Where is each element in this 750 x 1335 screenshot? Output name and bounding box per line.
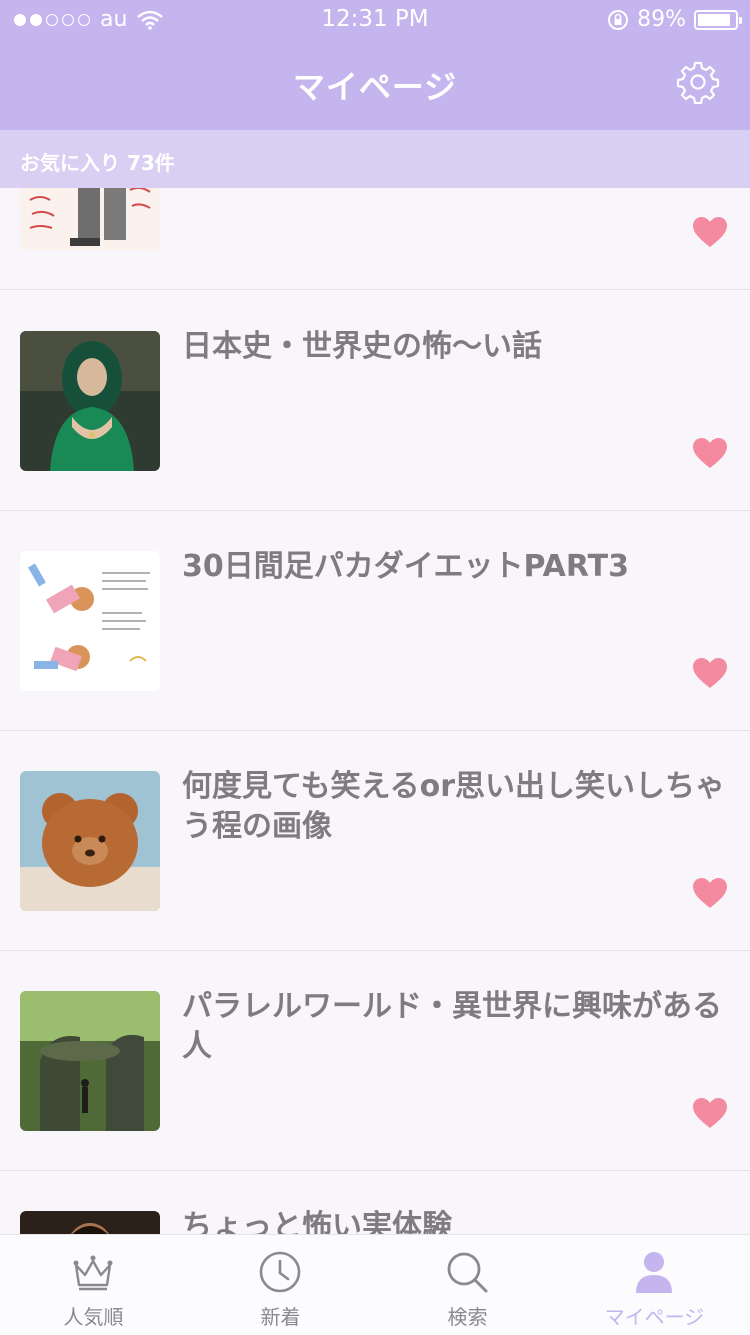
search-icon: [447, 1252, 488, 1293]
tab-label: マイページ: [604, 1305, 705, 1329]
list-item[interactable]: [0, 188, 750, 290]
status-bar: au 12:31 PM 89%: [0, 0, 750, 40]
favorites-list[interactable]: 日本史・世界史の怖〜い話 30日間足パカダイエットPART3 何度見ても笑えるo…: [0, 188, 750, 1234]
person-icon: [636, 1252, 672, 1293]
tab-label: 人気順: [63, 1305, 124, 1329]
status-right: 89%: [607, 7, 742, 32]
page-title: マイページ: [292, 68, 458, 106]
item-thumbnail: [20, 551, 160, 691]
nav-bar: マイページ: [0, 40, 750, 130]
item-title: 日本史・世界史の怖〜い話: [182, 329, 542, 364]
tab-label: 検索: [447, 1305, 488, 1329]
item-thumbnail: [20, 188, 160, 250]
heart-icon[interactable]: [692, 1097, 728, 1129]
rotation-lock-icon: [608, 9, 629, 30]
tab-label: 新着: [260, 1305, 301, 1329]
item-thumbnail: [20, 991, 160, 1131]
battery-percent: 89%: [637, 7, 686, 32]
tab-popular[interactable]: 人気順: [0, 1235, 187, 1335]
crown-icon: [73, 1255, 113, 1291]
heart-icon[interactable]: [692, 877, 728, 909]
battery-icon: [694, 9, 742, 30]
heart-icon[interactable]: [692, 216, 728, 248]
list-item[interactable]: 何度見ても笑えるor思い出し笑いしちゃう程の画像: [0, 731, 750, 951]
item-title: 何度見ても笑えるor思い出し笑いしちゃう程の画像: [182, 769, 726, 844]
list-item[interactable]: パラレルワールド・異世界に興味がある人: [0, 951, 750, 1171]
clock-icon: [259, 1251, 301, 1293]
list-item[interactable]: 30日間足パカダイエットPART3: [0, 511, 750, 731]
heart-icon[interactable]: [692, 437, 728, 469]
list-item[interactable]: 日本史・世界史の怖〜い話: [0, 291, 750, 511]
item-thumbnail: [20, 771, 160, 911]
tab-mypage[interactable]: マイページ: [561, 1235, 748, 1335]
item-thumbnail: [20, 331, 160, 471]
item-title: 30日間足パカダイエットPART3: [182, 549, 629, 584]
list-item[interactable]: ちょっと怖い実体験: [0, 1171, 750, 1234]
item-title: パラレルワールド・異世界に興味がある人: [182, 989, 722, 1064]
item-thumbnail: [20, 1211, 160, 1234]
heart-icon[interactable]: [692, 657, 728, 689]
tab-bar: 人気順 新着 検索 マイページ: [0, 1234, 750, 1335]
favorites-count: お気に入り 73件: [20, 151, 175, 175]
tab-search[interactable]: 検索: [374, 1235, 561, 1335]
item-title: ちょっと怖い実体験: [182, 1209, 452, 1234]
gear-icon[interactable]: [676, 60, 720, 104]
favorites-header: お気に入り 73件: [0, 130, 750, 188]
tab-new[interactable]: 新着: [187, 1235, 374, 1335]
